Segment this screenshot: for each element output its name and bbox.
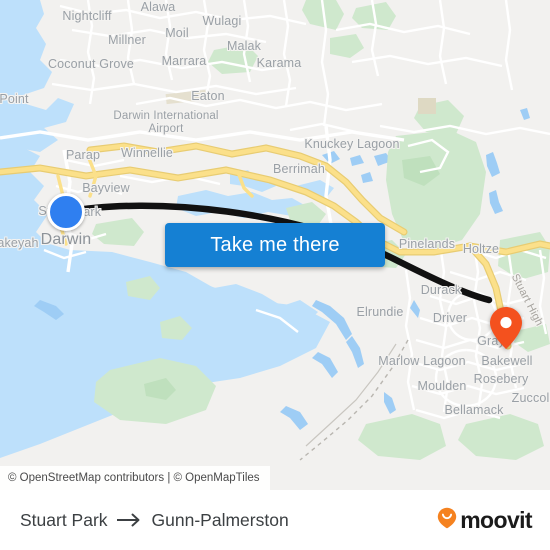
attribution-text: © OpenStreetMap contributors | © OpenMap… — [8, 472, 260, 484]
map-pin-icon — [490, 307, 522, 349]
arrow-right-icon — [116, 513, 143, 527]
map-canvas[interactable]: Nightcliff Alawa Wulagi Millner Moil Malak Coc… — [0, 0, 550, 490]
take-me-there-button[interactable]: Take me there — [165, 223, 385, 267]
footer-bar: Stuart Park Gunn-Palmerston moovit — [0, 490, 550, 550]
screenshot-frame: Nightcliff Alawa Wulagi Millner Moil Malak Coc… — [0, 0, 550, 550]
moovit-logo[interactable]: moovit — [437, 506, 533, 534]
route-origin-label: Stuart Park — [20, 509, 108, 530]
map-attribution[interactable]: © OpenStreetMap contributors | © OpenMap… — [0, 466, 270, 490]
route-summary: Stuart Park Gunn-Palmerston — [20, 510, 289, 531]
moovit-pin-icon — [437, 507, 457, 534]
origin-marker[interactable] — [47, 193, 85, 231]
route-destination-label: Gunn-Palmerston — [151, 509, 289, 530]
moovit-wordmark: moovit — [460, 506, 532, 533]
